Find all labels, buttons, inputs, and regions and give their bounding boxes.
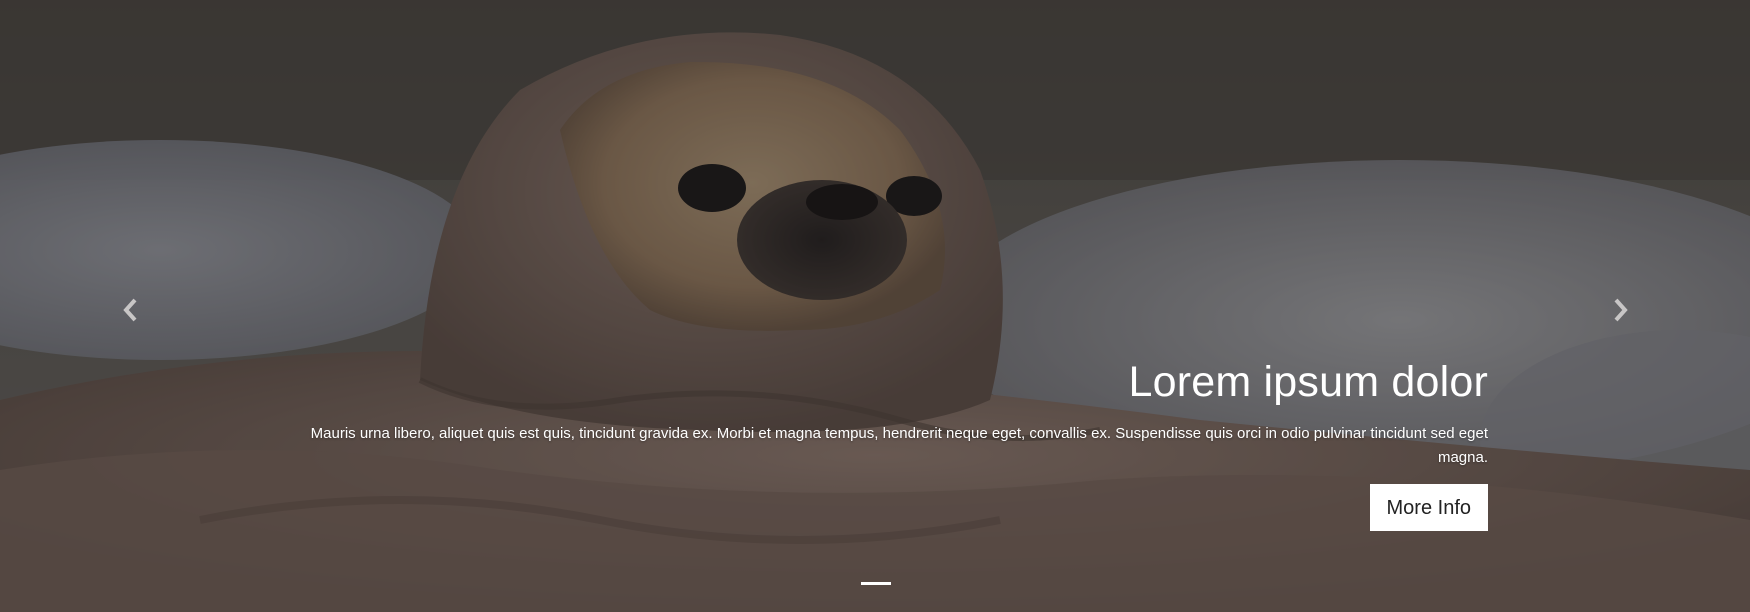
slide-caption: Lorem ipsum dolor Mauris urna libero, al… xyxy=(260,356,1488,531)
slide-title: Lorem ipsum dolor xyxy=(1128,358,1488,406)
chevron-right-icon xyxy=(1614,298,1628,322)
slide-description: Mauris urna libero, aliquet quis est qui… xyxy=(310,425,1488,466)
previous-slide-button[interactable] xyxy=(111,290,151,330)
slide-indicators xyxy=(861,582,891,585)
slide-indicator-1[interactable] xyxy=(861,582,891,585)
more-info-button[interactable]: More Info xyxy=(1369,484,1488,531)
hero-carousel: Lorem ipsum dolor Mauris urna libero, al… xyxy=(0,0,1750,612)
chevron-left-icon xyxy=(123,298,137,322)
next-slide-button[interactable] xyxy=(1600,290,1640,330)
